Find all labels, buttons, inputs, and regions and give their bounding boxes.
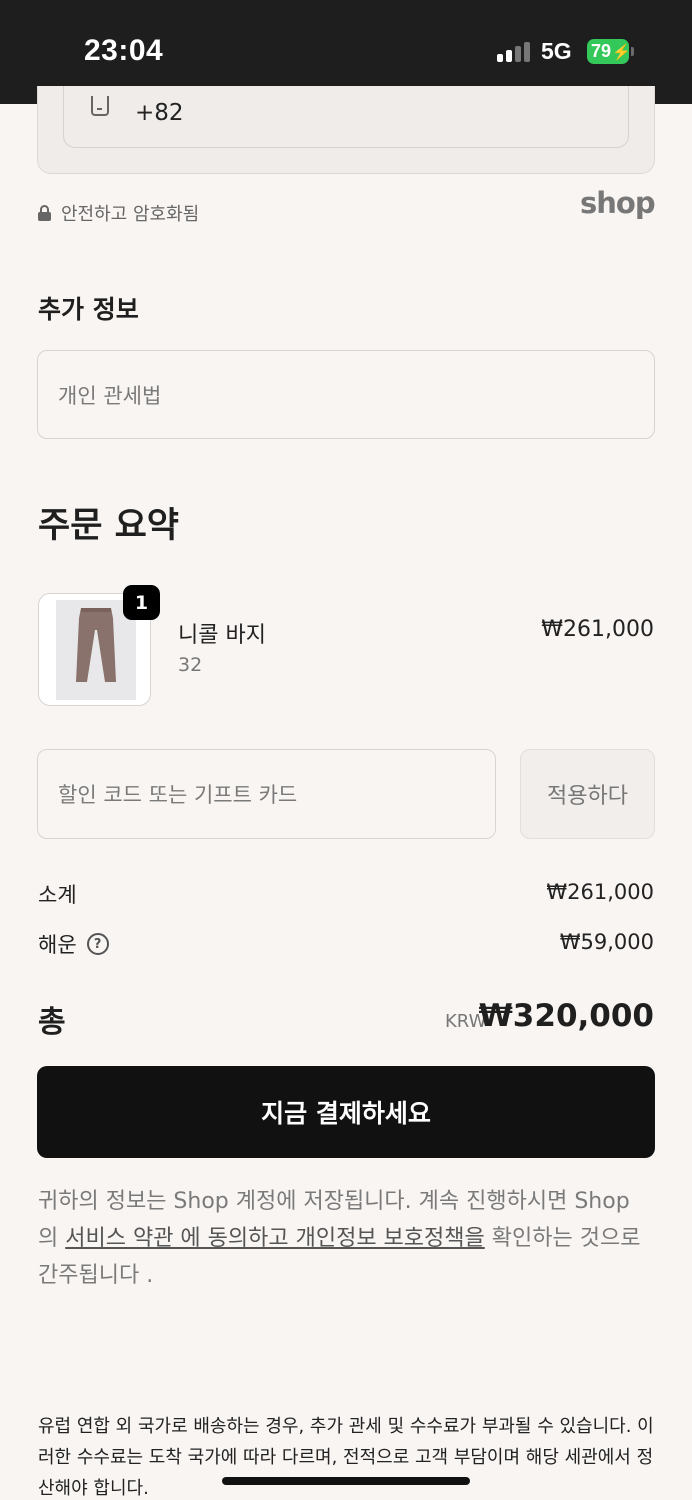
apply-discount-button[interactable]: 적용하다: [520, 749, 655, 839]
consent-text: 귀하의 정보는 Shop 계정에 저장됩니다. 계속 진행하시면 Shop 의 …: [38, 1183, 656, 1294]
secure-text: 안전하고 암호화됨: [61, 204, 200, 225]
status-time: 23:04: [84, 34, 164, 67]
order-summary-heading: 주문 요약: [38, 506, 179, 546]
total-value: ₩320,000: [478, 998, 654, 1034]
battery-icon: 79 ⚡: [587, 39, 631, 64]
additional-info-heading: 추가 정보: [38, 295, 139, 324]
quantity-badge: 1: [123, 585, 160, 620]
signal-icon: [497, 40, 531, 62]
product-price: ₩261,000: [541, 617, 654, 642]
product-name: 니콜 바지: [178, 623, 266, 648]
product-variant: 32: [178, 654, 203, 676]
eu-customs-notice: 유럽 연합 외 국가로 배송하는 경우, 추가 관세 및 수수료가 부과될 수 …: [38, 1416, 654, 1499]
shop-logo: shop: [580, 186, 656, 220]
discount-code-input[interactable]: 할인 코드 또는 기프트 카드: [37, 749, 496, 839]
terms-privacy-link[interactable]: 서비스 약관 에 동의하고 개인정보 보호정책을: [65, 1226, 485, 1251]
discount-code-placeholder: 할인 코드 또는 기프트 카드: [58, 783, 298, 807]
network-type: 5G: [541, 38, 572, 64]
customs-code-placeholder: 개인 관세법: [58, 383, 162, 408]
home-indicator: [222, 1477, 470, 1485]
total-label: 총: [38, 1005, 66, 1040]
subtotal-value: ₩261,000: [546, 880, 654, 904]
phone-icon: [91, 96, 109, 116]
battery-level: 79: [591, 41, 612, 61]
customs-code-input[interactable]: 개인 관세법: [37, 350, 655, 439]
lock-icon: [38, 205, 51, 221]
battery-cap: [631, 47, 634, 56]
pay-now-button[interactable]: 지금 결제하세요: [37, 1066, 655, 1158]
secure-notice: 안전하고 암호화됨: [38, 200, 199, 226]
shipping-row: 해운?: [38, 929, 109, 959]
phone-value[interactable]: +82: [135, 100, 184, 126]
help-icon[interactable]: ?: [86, 933, 109, 955]
subtotal-label: 소계: [38, 883, 77, 907]
shipping-value: ₩59,000: [559, 930, 654, 954]
shipping-label: 해운: [38, 933, 77, 957]
